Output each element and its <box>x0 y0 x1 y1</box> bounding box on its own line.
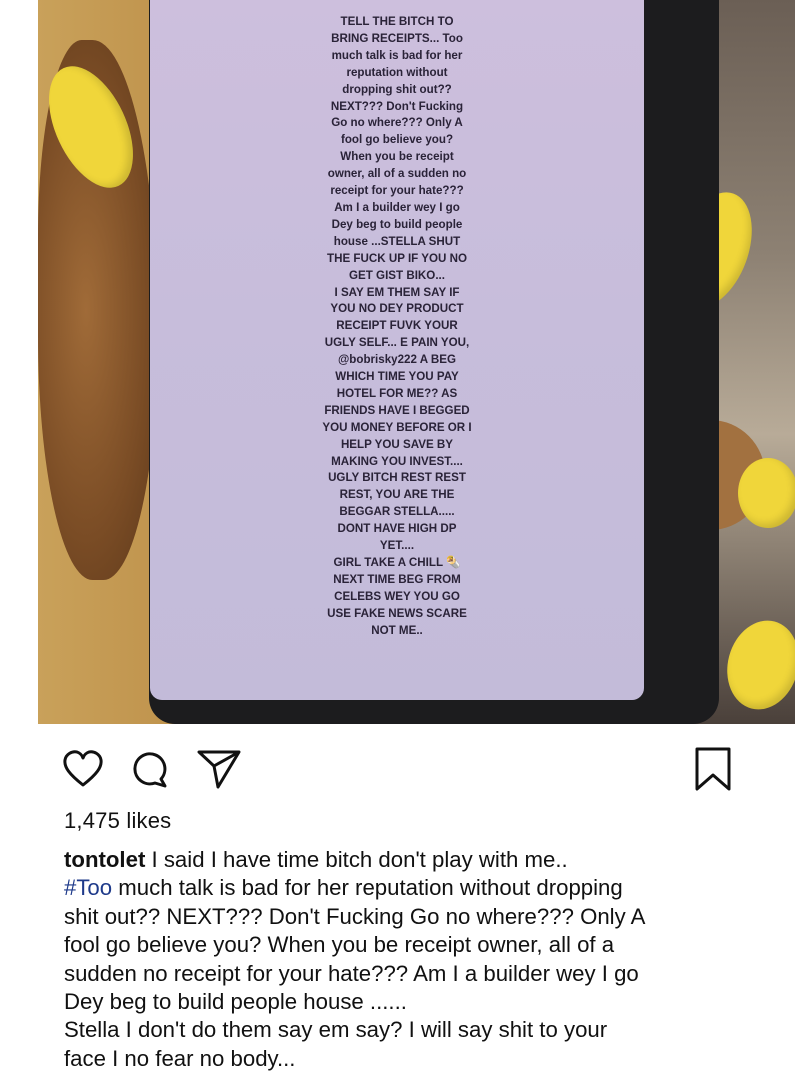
phone-screen: TELL THE BITCH TO BRING RECEIPTS... Too mu… <box>150 0 644 700</box>
story-line: DONT HAVE HIGH DP <box>337 522 457 536</box>
caption-line: face I no fear no body... <box>64 1045 296 1071</box>
story-line: NEXT TIME BEG FROM <box>333 572 461 586</box>
story-line: NEXT??? Don't Fucking <box>330 99 464 113</box>
story-text: TELL THE BITCH TO BRING RECEIPTS... Too mu… <box>150 14 644 640</box>
story-line: GET GIST BIKO... <box>349 268 445 282</box>
hashtag-link[interactable]: #Too <box>64 875 112 900</box>
story-line: UGLY SELF... E PAIN YOU, <box>324 336 470 350</box>
story-line: Am I a builder wey I go <box>334 200 460 214</box>
action-bar <box>0 736 795 796</box>
story-line: USE FAKE NEWS SCARE <box>327 606 467 620</box>
story-line: RECEIPT FUVK YOUR <box>336 319 458 333</box>
story-line: UGLY BITCH REST REST <box>328 471 466 485</box>
caption-line: tontolet I said I have time bitch don't … <box>64 846 764 874</box>
story-line: owner, all of a sudden no <box>327 167 467 181</box>
story-line: GIRL TAKE A CHILL 🌯 <box>333 556 461 569</box>
story-line: REST, YOU ARE THE <box>339 488 455 502</box>
bookmark-icon[interactable] <box>694 746 732 792</box>
story-line: YOU NO DEY PRODUCT <box>330 302 464 316</box>
story-line: YOU MONEY BEFORE OR I <box>322 420 472 434</box>
caption-line: sudden no receipt for your hate??? Am I … <box>64 960 639 986</box>
story-line: I SAY EM THEM SAY IF <box>334 285 460 299</box>
story-line: fool go believe you? <box>340 133 454 147</box>
comment-icon[interactable] <box>128 748 170 790</box>
story-line: reputation without <box>346 65 448 79</box>
story-line: Dey beg to build people <box>331 217 463 231</box>
likes-count[interactable]: 1,475 likes <box>64 808 171 834</box>
send-icon[interactable] <box>196 748 242 790</box>
story-line: MAKING YOU INVEST.... <box>331 454 463 468</box>
story-line: receipt for your hate??? <box>330 184 464 198</box>
story-line: BEGGAR STELLA..... <box>339 505 455 519</box>
heart-icon[interactable] <box>62 750 104 788</box>
story-line: YET.... <box>379 539 415 553</box>
post-caption: tontolet I said I have time bitch don't … <box>64 846 764 1073</box>
story-line: @bobrisky222 A BEG <box>337 353 457 367</box>
story-line: When you be receipt <box>340 150 454 164</box>
story-line: FRIENDS HAVE I BEGGED <box>324 403 470 417</box>
story-line: HELP YOU SAVE BY <box>340 437 454 451</box>
story-line: CELEBS WEY YOU GO <box>334 589 460 603</box>
story-line: TELL THE BITCH TO <box>340 15 454 28</box>
caption-text: I said I have time bitch don't play with… <box>145 847 568 872</box>
story-line: HOTEL FOR ME?? AS <box>336 386 458 400</box>
story-line: Go no where??? Only A <box>331 116 463 130</box>
caption-text: much talk is bad for her reputation with… <box>112 875 623 901</box>
story-line: BRING RECEIPTS... Too <box>331 31 463 45</box>
caption-line: #Too much talk is bad for her reputation… <box>64 874 764 902</box>
story-line: WHICH TIME YOU PAY <box>335 370 459 384</box>
caption-line: shit out?? NEXT??? Don't Fucking Go no w… <box>64 903 646 929</box>
caption-line: fool go believe you? When you be receipt… <box>64 932 615 958</box>
story-line: dropping shit out?? <box>342 82 452 96</box>
caption-line: Dey beg to build people house ...... <box>64 989 407 1015</box>
fingernail <box>738 458 795 528</box>
caption-username[interactable]: tontolet <box>64 847 145 872</box>
caption-line: Stella I don't do them say em say? I wil… <box>64 1017 608 1043</box>
story-line: house ...STELLA SHUT <box>333 234 461 248</box>
story-line: NOT ME.. <box>371 623 423 637</box>
story-line: THE FUCK UP IF YOU NO <box>327 251 467 265</box>
story-line: much talk is bad for her <box>331 48 463 62</box>
